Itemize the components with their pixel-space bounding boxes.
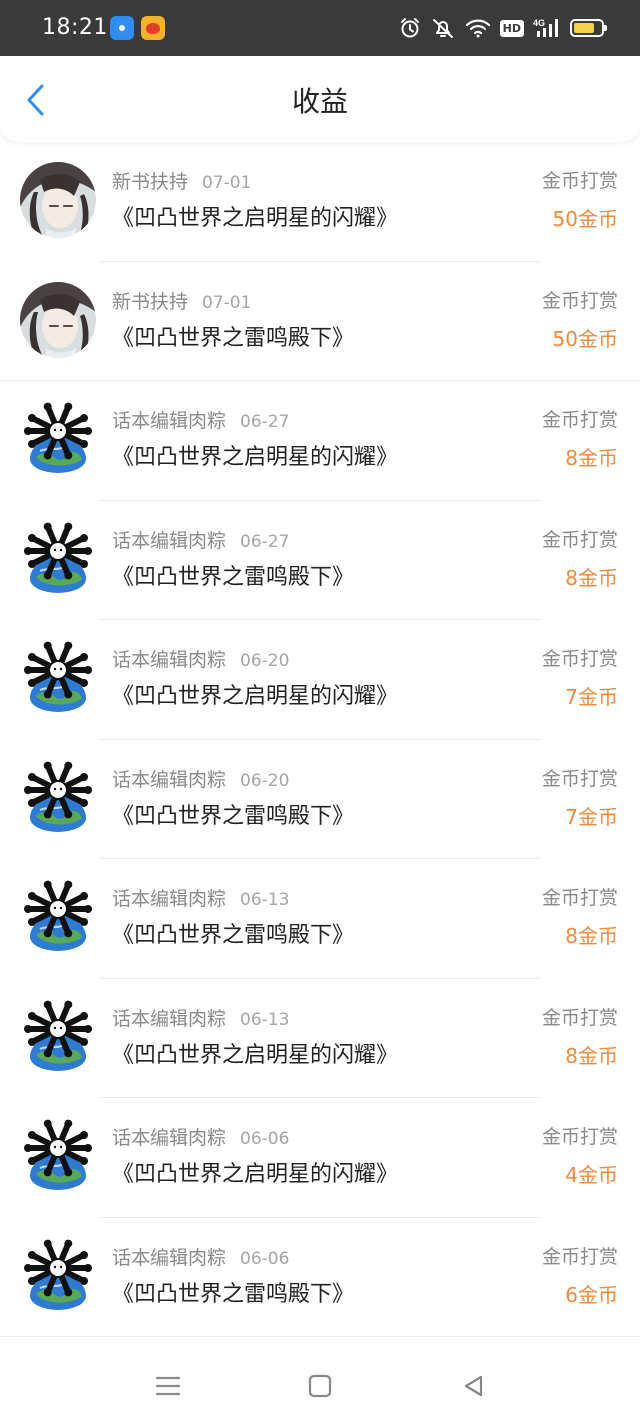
system-back-button[interactable] (455, 1368, 491, 1404)
reward-type: 金币打赏 (541, 289, 618, 312)
sender-name: 新书扶持 (112, 171, 189, 193)
earning-record-row[interactable]: 话本编辑肉粽 06-20 《凹凸世界之雷鸣殿下》 金币打赏 7金币 (0, 740, 640, 859)
globe-avatar (20, 640, 96, 716)
page-title: 收益 (291, 85, 348, 118)
earning-record-row[interactable]: 新书扶持 07-01 《凹凸世界之启明星的闪耀》 金币打赏 50金币 (0, 142, 640, 262)
reward-type: 金币打赏 (541, 1126, 618, 1148)
app-header: 收益 (0, 56, 640, 142)
sender-name: 话本编辑肉粽 (112, 529, 227, 552)
book-title: 《凹凸世界之启明星的闪耀》 (112, 1042, 399, 1068)
record-date: 06-13 (240, 1009, 290, 1030)
home-square-icon (308, 1374, 332, 1398)
sender-name: 话本编辑肉粽 (112, 410, 227, 432)
reward-amount: 7金币 (565, 685, 618, 709)
record-date: 06-27 (240, 531, 290, 552)
battery-icon (570, 19, 607, 37)
reward-amount: 8金币 (565, 924, 618, 948)
record-date: 06-20 (240, 770, 290, 791)
reward-type: 金币打赏 (541, 767, 618, 790)
weibo-app-icon (141, 16, 165, 40)
svg-text:4G: 4G (533, 18, 545, 28)
system-nav-bar (0, 1348, 640, 1422)
battery-level (574, 23, 594, 33)
book-title: 《凹凸世界之启明星的闪耀》 (112, 1162, 399, 1187)
anime-avatar (20, 281, 96, 358)
globe-avatar (20, 1237, 96, 1314)
globe-avatar (20, 520, 96, 597)
reward-type: 金币打赏 (541, 528, 618, 551)
earning-record-row[interactable]: 话本编辑肉粽 06-06 《凹凸世界之启明星的闪耀》 金币打赏 4金币 (0, 1098, 640, 1218)
book-title: 《凹凸世界之启明星的闪耀》 (112, 684, 399, 709)
status-bar: 18:21 HD 4G (0, 0, 640, 56)
earnings-list: 新书扶持 07-01 《凹凸世界之启明星的闪耀》 金币打赏 50金币 新书扶持 07-01 《… (0, 142, 640, 1337)
status-time: 18:21 (42, 15, 108, 40)
record-date: 06-06 (240, 1129, 290, 1149)
record-date: 06-13 (240, 890, 290, 910)
globe-avatar (20, 1118, 96, 1194)
book-title: 《凹凸世界之雷鸣殿下》 (112, 325, 355, 351)
earning-record-row[interactable]: 话本编辑肉粽 06-13 《凹凸世界之启明星的闪耀》 金币打赏 8金币 (0, 979, 640, 1098)
back-triangle-icon (464, 1375, 483, 1397)
menu-icon (155, 1376, 181, 1396)
book-title: 《凹凸世界之雷鸣殿下》 (112, 1281, 355, 1307)
reward-amount: 8金币 (565, 565, 618, 590)
record-date: 06-27 (240, 412, 290, 432)
signal-icon: 4G (533, 18, 558, 37)
status-icons: HD 4G (399, 14, 607, 42)
earning-record-row[interactable]: 话本编辑肉粽 06-06 《凹凸世界之雷鸣殿下》 金币打赏 6金币 (0, 1218, 640, 1337)
record-date: 07-01 (202, 173, 252, 193)
hd-icon: HD (499, 19, 524, 37)
sender-name: 话本编辑肉粽 (112, 1007, 227, 1030)
reward-amount: 50金币 (552, 326, 618, 351)
globe-avatar (20, 879, 96, 955)
mute-icon (432, 19, 453, 38)
wifi-icon (465, 19, 490, 38)
sender-name: 话本编辑肉粽 (112, 768, 227, 791)
globe-avatar (20, 998, 96, 1075)
reward-type: 金币打赏 (541, 648, 618, 670)
book-title: 《凹凸世界之雷鸣殿下》 (112, 923, 355, 948)
earning-record-row[interactable]: 新书扶持 07-01 《凹凸世界之雷鸣殿下》 金币打赏 50金币 (0, 262, 640, 381)
book-title: 《凹凸世界之雷鸣殿下》 (112, 564, 355, 590)
home-button[interactable] (302, 1368, 338, 1404)
reward-type: 金币打赏 (541, 887, 618, 909)
browser-app-icon (110, 16, 134, 40)
earning-record-row[interactable]: 话本编辑肉粽 06-27 《凹凸世界之雷鸣殿下》 金币打赏 8金币 (0, 501, 640, 620)
record-date: 06-06 (240, 1248, 290, 1269)
reward-amount: 8金币 (565, 446, 618, 470)
reward-amount: 7金币 (565, 804, 618, 829)
sender-name: 话本编辑肉粽 (112, 888, 227, 910)
recent-apps-button[interactable] (150, 1368, 186, 1404)
reward-amount: 8金币 (565, 1043, 618, 1068)
row-divider (0, 1336, 640, 1337)
globe-avatar (20, 401, 96, 477)
alarm-icon (400, 18, 419, 38)
anime-avatar (20, 162, 96, 238)
sender-name: 话本编辑肉粽 (112, 1246, 227, 1269)
reward-type: 金币打赏 (541, 1006, 618, 1029)
reward-type: 金币打赏 (541, 170, 618, 192)
sender-name: 话本编辑肉粽 (112, 1127, 227, 1149)
sender-name: 新书扶持 (112, 290, 189, 313)
earning-record-row[interactable]: 话本编辑肉粽 06-20 《凹凸世界之启明星的闪耀》 金币打赏 7金币 (0, 620, 640, 740)
book-title: 《凹凸世界之启明星的闪耀》 (112, 206, 399, 231)
book-title: 《凹凸世界之雷鸣殿下》 (112, 803, 355, 829)
reward-amount: 50金币 (552, 207, 618, 231)
record-date: 07-01 (202, 292, 252, 313)
reward-amount: 4金币 (565, 1163, 618, 1187)
reward-amount: 6金币 (565, 1282, 618, 1307)
earning-record-row[interactable]: 话本编辑肉粽 06-13 《凹凸世界之雷鸣殿下》 金币打赏 8金币 (0, 859, 640, 979)
globe-avatar (20, 759, 96, 836)
reward-type: 金币打赏 (541, 409, 618, 431)
record-date: 06-20 (240, 651, 290, 671)
earning-record-row[interactable]: 话本编辑肉粽 06-27 《凹凸世界之启明星的闪耀》 金币打赏 8金币 (0, 381, 640, 501)
reward-type: 金币打赏 (541, 1245, 618, 1268)
book-title: 《凹凸世界之启明星的闪耀》 (112, 445, 399, 470)
sender-name: 话本编辑肉粽 (112, 649, 227, 671)
